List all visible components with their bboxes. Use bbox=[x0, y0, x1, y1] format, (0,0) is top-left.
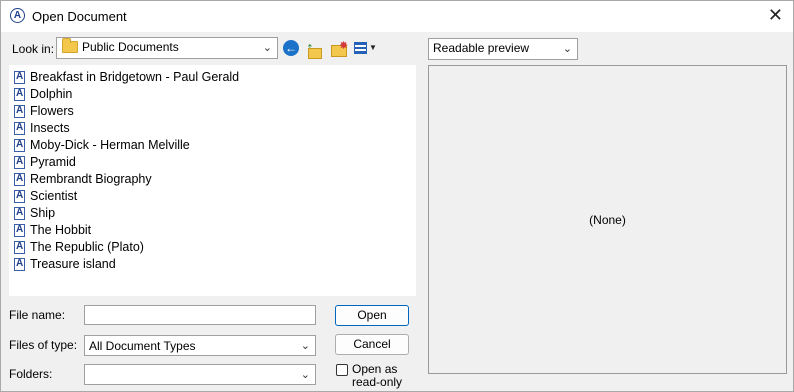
document-icon bbox=[14, 156, 25, 169]
file-name-text: Insects bbox=[30, 121, 70, 135]
dialog-title: Open Document bbox=[32, 9, 127, 24]
document-icon bbox=[14, 224, 25, 237]
title-bar: A Open Document ✕ bbox=[1, 1, 793, 32]
close-icon[interactable]: ✕ bbox=[768, 5, 783, 25]
file-name-text: Scientist bbox=[30, 189, 78, 203]
document-icon bbox=[14, 71, 25, 84]
file-name-text: The Republic (Plato) bbox=[30, 240, 144, 254]
open-document-dialog: A Open Document ✕ Look in: Public Docume… bbox=[0, 0, 794, 392]
preview-content: (None) bbox=[589, 213, 626, 227]
file-name-text: The Hobbit bbox=[30, 223, 92, 237]
look-in-value: Public Documents bbox=[82, 40, 179, 54]
document-icon bbox=[14, 105, 25, 118]
back-arrow-icon[interactable]: ← bbox=[283, 40, 299, 56]
preview-pane: (None) bbox=[428, 65, 787, 374]
look-in-label: Look in: bbox=[12, 42, 55, 56]
read-only-label: Open as read-only bbox=[352, 362, 403, 389]
folders-dropdown[interactable]: ⌄ bbox=[84, 364, 316, 385]
document-icon bbox=[14, 207, 25, 220]
open-button[interactable]: Open bbox=[335, 305, 409, 326]
folders-label: Folders: bbox=[9, 367, 53, 381]
file-name-text: Pyramid bbox=[30, 155, 76, 169]
document-icon bbox=[14, 88, 25, 101]
up-folder-icon[interactable]: ↑ bbox=[306, 40, 324, 59]
file-name-text: Flowers bbox=[30, 104, 74, 118]
file-name-label: File name: bbox=[9, 308, 66, 322]
file-name-text: Dolphin bbox=[30, 87, 73, 101]
chevron-down-icon: ⌄ bbox=[562, 43, 572, 55]
document-icon bbox=[14, 139, 25, 152]
new-folder-icon[interactable]: ✸ bbox=[330, 40, 348, 58]
file-name-text: Ship bbox=[30, 206, 56, 220]
file-name-text: Treasure island bbox=[30, 257, 116, 271]
document-icon bbox=[14, 122, 25, 135]
files-of-type-dropdown[interactable]: All Document Types ⌄ bbox=[84, 335, 316, 356]
chevron-down-icon: ⌄ bbox=[262, 42, 272, 54]
file-name-text: Breakfast in Bridgetown - Paul Gerald bbox=[30, 70, 240, 84]
preview-mode-dropdown[interactable]: Readable preview ⌄ bbox=[428, 38, 578, 60]
chevron-down-icon: ⌄ bbox=[300, 369, 310, 381]
document-icon bbox=[14, 173, 25, 186]
file-name-text: Rembrandt Biography bbox=[30, 172, 152, 186]
look-in-dropdown[interactable]: Public Documents ⌄ bbox=[56, 37, 278, 59]
read-only-checkbox[interactable] bbox=[336, 364, 348, 376]
preview-mode-value: Readable preview bbox=[433, 41, 530, 55]
file-name-input[interactable] bbox=[84, 305, 316, 325]
app-logo-icon: A bbox=[10, 8, 25, 23]
files-of-type-label: Files of type: bbox=[9, 338, 78, 352]
document-icon bbox=[14, 190, 25, 203]
document-icon bbox=[14, 258, 25, 271]
cancel-button[interactable]: Cancel bbox=[335, 334, 409, 355]
document-icon bbox=[14, 241, 25, 254]
files-of-type-value: All Document Types bbox=[89, 339, 196, 353]
file-name-text: Moby-Dick - Herman Melville bbox=[30, 138, 190, 152]
file-list[interactable]: Breakfast in Bridgetown - Paul Gerald Do… bbox=[9, 65, 416, 296]
views-menu-icon[interactable]: ▼ bbox=[353, 40, 377, 58]
chevron-down-icon: ⌄ bbox=[300, 340, 310, 352]
folder-icon bbox=[62, 38, 78, 53]
